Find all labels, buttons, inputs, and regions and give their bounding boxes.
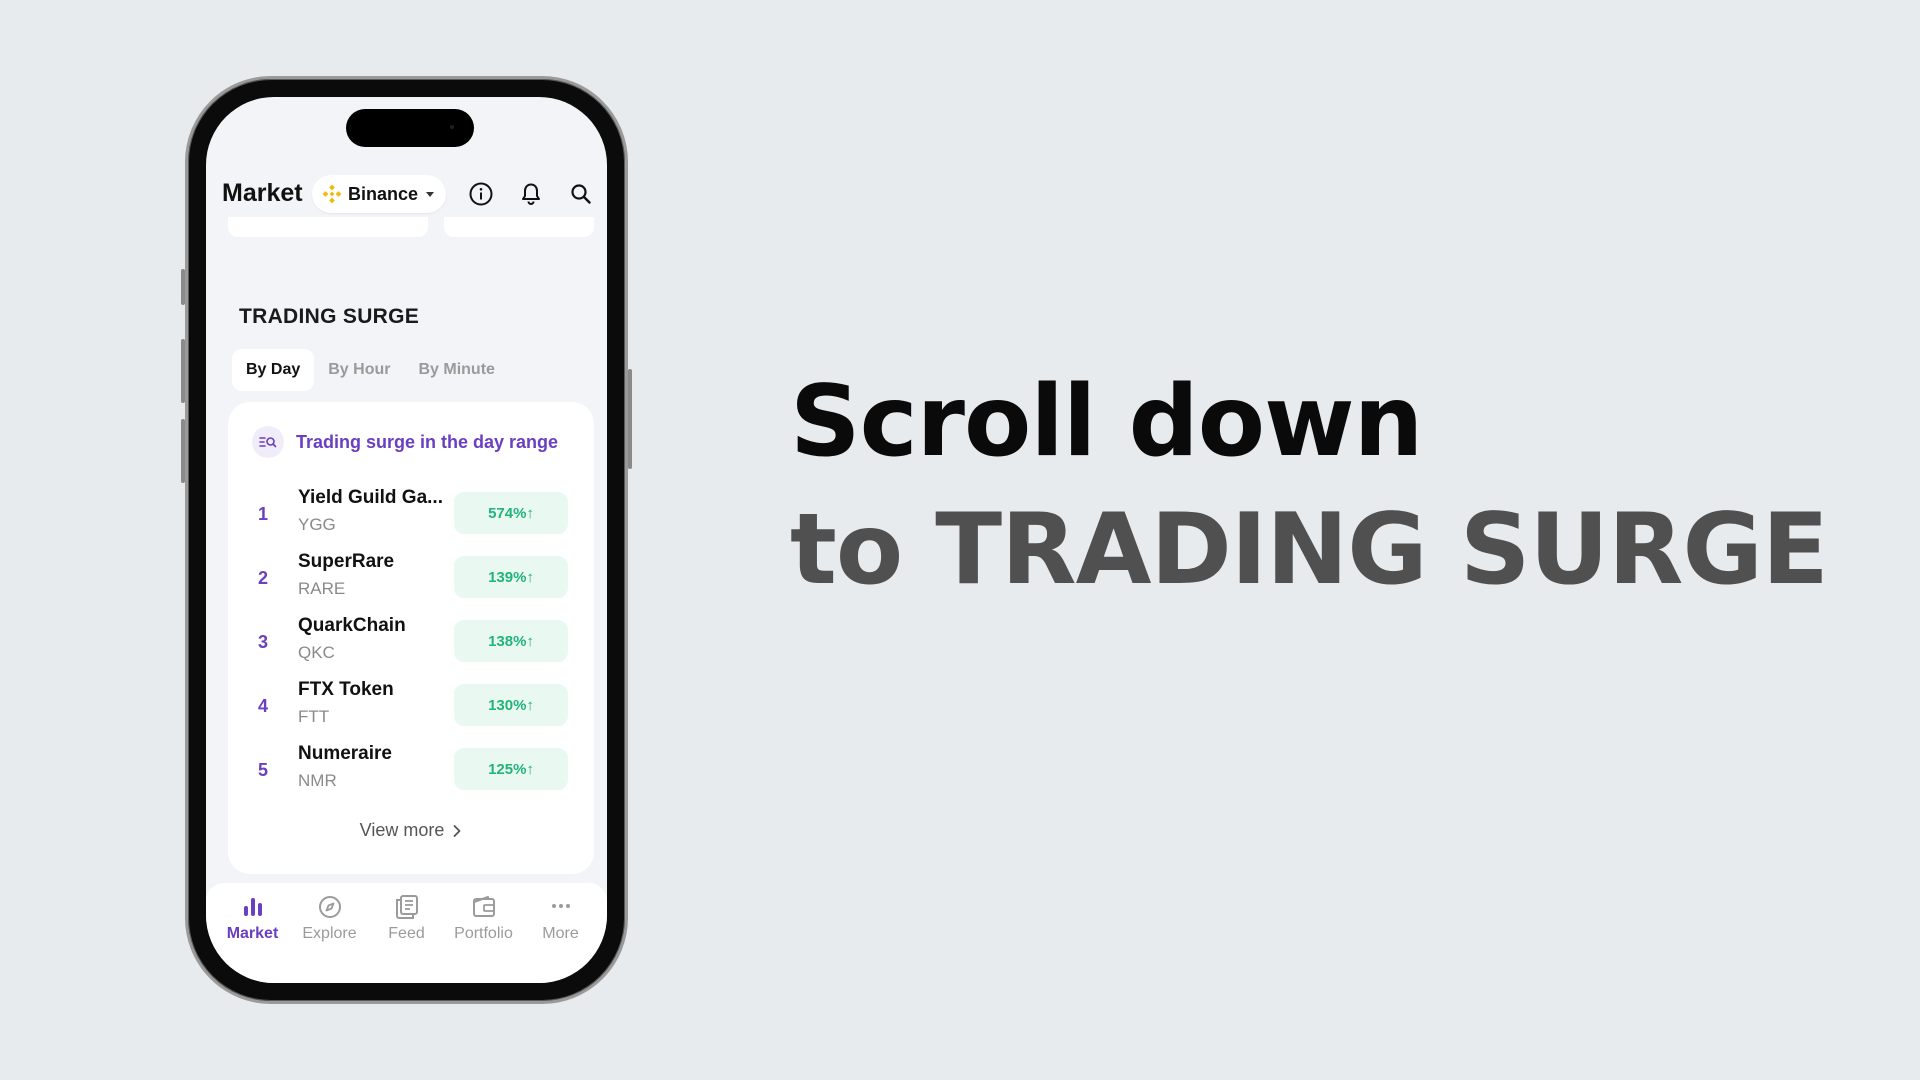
tab-explore[interactable]: Explore [292, 883, 368, 983]
coin-name: FTX Token [298, 679, 394, 700]
phone-frame: Market Binance TRADING SURGE By Day By H… [181, 76, 632, 1004]
headline-line-1: Scroll down [790, 365, 1423, 479]
coin-name: QuarkChain [298, 615, 406, 636]
rank-number: 5 [258, 760, 269, 780]
coin-name: Yield Guild Ga... [298, 487, 443, 508]
coin-symbol: FTT [298, 707, 330, 726]
view-more-link[interactable]: View more [228, 820, 594, 841]
rank-number: 4 [258, 696, 269, 716]
change-badge: 574%↑ [454, 492, 568, 534]
tab-portfolio[interactable]: Portfolio [446, 883, 522, 983]
bar-chart-icon [243, 898, 262, 916]
rank-number: 1 [258, 504, 269, 524]
change-badge: 130%↑ [454, 684, 568, 726]
rank-number: 2 [258, 568, 269, 588]
card-title: Trading surge in the day range [296, 431, 559, 452]
search-list-icon [252, 426, 284, 458]
search-icon[interactable] [568, 181, 594, 207]
chevron-right-icon [453, 824, 461, 837]
section-title: TRADING SURGE [239, 305, 420, 328]
exchange-selector[interactable]: Binance [312, 175, 447, 213]
feed-icon [395, 895, 418, 919]
rank-number: 3 [258, 632, 269, 652]
page-title: Market [222, 179, 303, 207]
change-badge: 138%↑ [454, 620, 568, 662]
coin-name: SuperRare [298, 551, 395, 572]
exchange-name: Binance [348, 183, 419, 204]
previous-card-edge [228, 217, 428, 237]
headline: Scroll down to TRADING SURGE [790, 358, 1829, 614]
tab-label: Explore [302, 925, 357, 942]
headline-line-2: to TRADING SURGE [790, 493, 1829, 607]
tab-label: Feed [388, 925, 425, 942]
coin-symbol: RARE [298, 579, 346, 598]
period-tabs: By Day By Hour By Minute [232, 349, 509, 391]
trading-surge-card: Trading surge in the day range 1 Yield G… [228, 402, 594, 874]
bell-icon[interactable] [518, 181, 544, 207]
tab-market[interactable]: Market [215, 883, 291, 983]
dynamic-island [346, 109, 474, 147]
phone-volume-up-button [181, 339, 185, 403]
phone-volume-down-button [181, 419, 185, 483]
tab-label: Market [226, 925, 279, 942]
surge-row[interactable]: 1 Yield Guild Ga... YGG 574%↑ [228, 482, 594, 546]
tab-label: More [542, 925, 579, 942]
surge-row[interactable]: 5 Numeraire NMR 125%↑ [228, 738, 594, 802]
card-header: Trading surge in the day range [252, 426, 558, 458]
tab-label: Portfolio [454, 925, 513, 942]
change-badge: 139%↑ [454, 556, 568, 598]
tab-by-hour[interactable]: By Hour [314, 349, 404, 391]
more-dots-icon [551, 904, 570, 908]
binance-logo-icon [322, 184, 342, 204]
tab-by-day[interactable]: By Day [232, 349, 315, 391]
surge-row[interactable]: 4 FTX Token FTT 130%↑ [228, 674, 594, 738]
coin-symbol: NMR [298, 771, 337, 790]
coin-symbol: YGG [298, 515, 336, 534]
phone-action-button [181, 269, 185, 305]
compass-icon [318, 896, 341, 918]
tab-more[interactable]: More [523, 883, 599, 983]
previous-card-edge [444, 217, 594, 237]
phone-power-button [628, 369, 632, 469]
change-badge: 125%↑ [454, 748, 568, 790]
wallet-icon [472, 896, 495, 917]
coin-symbol: QKC [298, 643, 335, 662]
phone-screen: Market Binance TRADING SURGE By Day By H… [206, 97, 607, 983]
coin-name: Numeraire [298, 743, 392, 764]
tab-by-minute[interactable]: By Minute [404, 349, 508, 391]
info-icon[interactable] [468, 181, 494, 207]
bottom-tab-bar: Market Explore Feed Portfolio More [206, 883, 607, 983]
surge-row[interactable]: 3 QuarkChain QKC 138%↑ [228, 610, 594, 674]
chevron-down-icon [426, 191, 435, 197]
view-more-label: View more [359, 820, 445, 840]
surge-row[interactable]: 2 SuperRare RARE 139%↑ [228, 546, 594, 610]
tab-feed[interactable]: Feed [369, 883, 445, 983]
